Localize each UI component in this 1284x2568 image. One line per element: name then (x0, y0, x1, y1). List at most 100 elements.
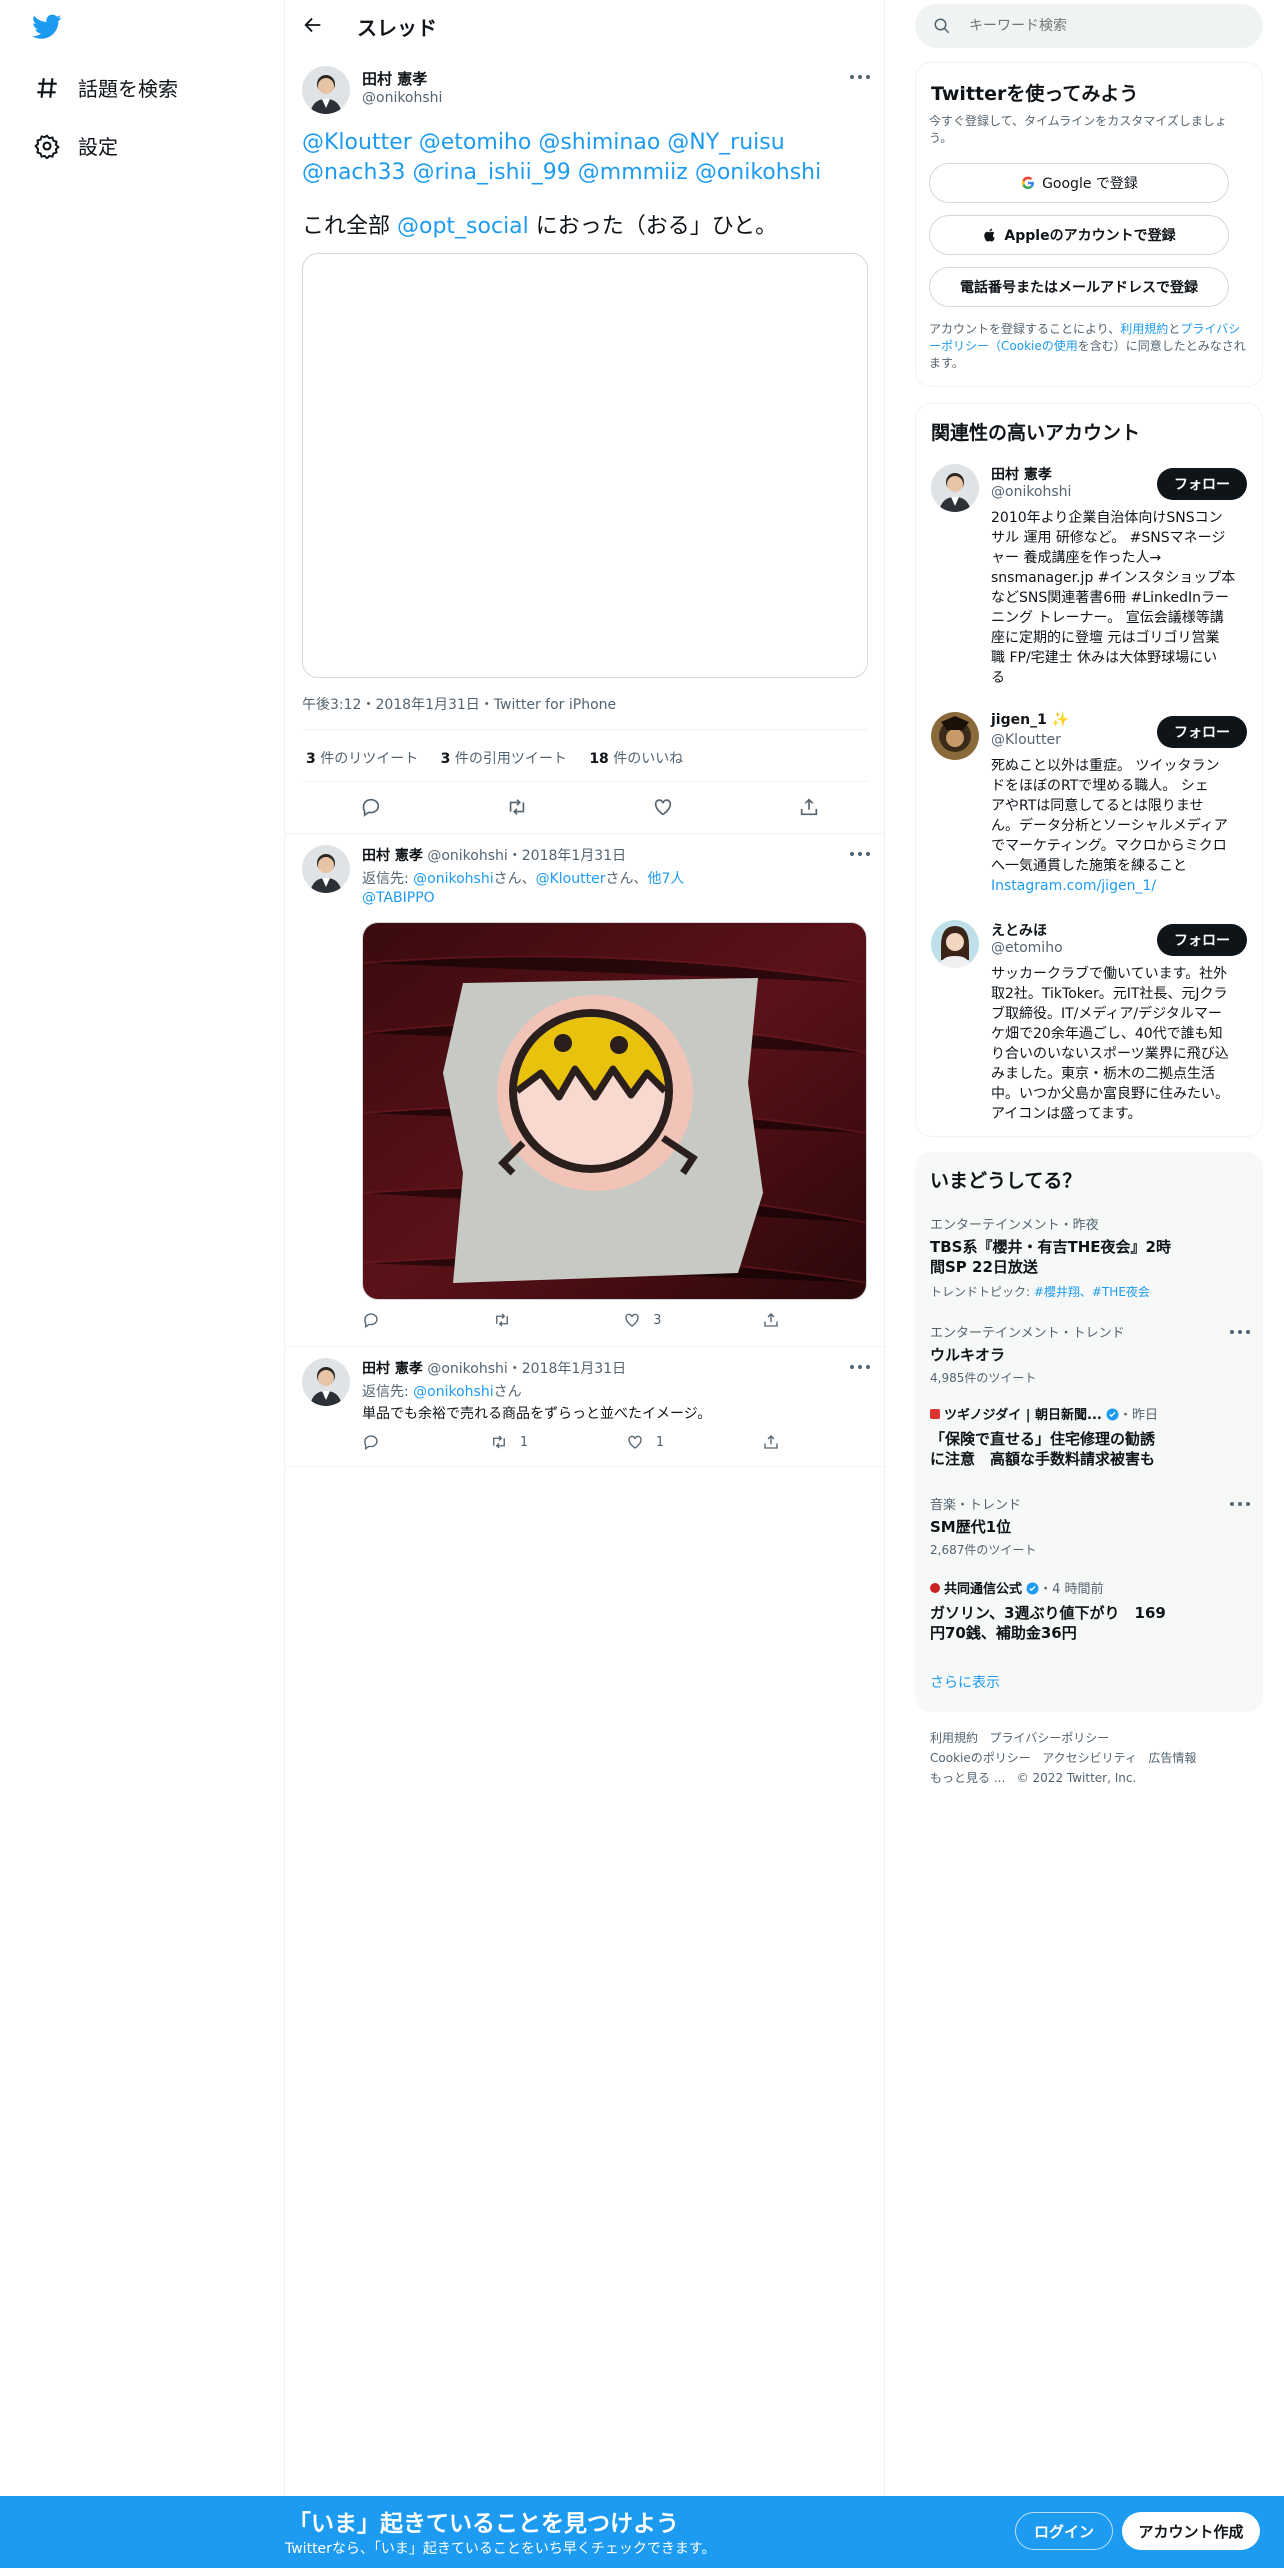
footer-more-link[interactable]: もっと見る ... (930, 1771, 1005, 1785)
more-options-icon[interactable] (850, 75, 870, 81)
search-input[interactable] (969, 18, 1229, 34)
retweet-action[interactable] (493, 1311, 523, 1329)
follow-button[interactable]: フォロー (1157, 924, 1247, 956)
footer-accessibility-link[interactable]: アクセシビリティ (1042, 1751, 1137, 1765)
author-handle[interactable]: @onikohshi (362, 90, 442, 106)
back-button[interactable] (302, 14, 328, 40)
reply-action[interactable] (362, 1433, 392, 1451)
tweet-text-suffix: におった（おる」ひと。 (528, 214, 778, 239)
more-options-icon[interactable] (850, 1365, 870, 1371)
account-name[interactable]: jigen_1 ✨ (991, 712, 1069, 728)
media-card-placeholder[interactable] (302, 253, 868, 678)
more-options-icon[interactable] (1230, 1330, 1250, 1336)
trend-source: ツギノジダイ | 朝日新聞... (944, 1408, 1102, 1423)
login-button[interactable]: ログイン (1015, 2512, 1113, 2550)
trend-item[interactable]: ツギノジダイ | 朝日新聞... ・昨日 「保険で直せる」住宅修理の勧誘 に注意… (930, 1404, 1250, 1469)
tweet-text-mention[interactable]: @opt_social (397, 214, 529, 239)
show-more-link[interactable]: さらに表示 (930, 1672, 1000, 1692)
likes-stat[interactable]: 18 件のいいね (589, 751, 683, 767)
avatar[interactable] (931, 464, 979, 512)
create-account-button[interactable]: アカウント作成 (1122, 2512, 1260, 2550)
trend-title: 「保険で直せる」住宅修理の勧誘 (930, 1430, 1156, 1448)
like-action[interactable]: 3 (623, 1311, 661, 1329)
share-action[interactable] (762, 1311, 792, 1329)
reply-mention[interactable]: @Kloutter (536, 871, 606, 887)
account-handle[interactable]: @onikohshi (991, 484, 1071, 500)
tweet-timestamp[interactable]: 午後3:12・2018年1月31日・Twitter for iPhone (302, 694, 616, 714)
terms-link[interactable]: 利用規約 (1120, 322, 1168, 336)
search-box[interactable] (915, 4, 1263, 48)
trend-item[interactable]: エンターテインメント・トレンド ウルキオラ 4,985件のツイート (930, 1322, 1250, 1386)
signup-banner: 「いま」起きていることを見つけよう Twitterなら、「いま」起きていることを… (0, 2496, 1284, 2568)
reply-mention[interactable]: @onikohshi (413, 1384, 493, 1400)
reply-action[interactable] (362, 1311, 392, 1329)
trend-title: 円70銭、補助金36円 (930, 1624, 1077, 1642)
trend-item[interactable]: 共同通信公式 ・4 時間前 ガソリン、3週ぶり値下がり 169 円70銭、補助金… (930, 1578, 1250, 1643)
account-bio: サッカークラブで働いています。社外 取2社。TikToker。元IT社長、元Jク… (991, 966, 1229, 1122)
apple-signup-button[interactable]: Appleのアカウントで登録 (929, 215, 1229, 255)
retweet-icon[interactable] (506, 796, 528, 818)
avatar[interactable] (302, 1358, 350, 1406)
trend-title: ガソリン、3週ぶり値下がり 169 (930, 1604, 1166, 1622)
tweet-mentions-line-1[interactable]: @Kloutter @etomiho @shiminao @NY_ruisu (302, 128, 785, 158)
more-options-icon[interactable] (850, 852, 870, 858)
reply-others-link[interactable]: 他7人 (647, 871, 684, 887)
author-handle-date[interactable]: @onikohshi・2018年1月31日 (427, 848, 626, 864)
retweets-stat[interactable]: 3 件のリツイート (306, 751, 418, 767)
trend-item[interactable]: 音楽・トレンド SM歴代1位 2,687件のツイート (930, 1494, 1250, 1558)
signup-terms: アカウントを登録することにより、利用規約とプライバシーポリシー（Cookieの使… (929, 322, 1246, 370)
trend-meta: 音楽・トレンド (930, 1498, 1022, 1513)
avatar[interactable] (302, 845, 350, 893)
tweet-photo[interactable] (362, 922, 867, 1300)
avatar[interactable] (931, 712, 979, 760)
sidebar-right: Twitterを使ってみよう 今すぐ登録して、タイムラインをカスタマイズしましょ… (885, 0, 1284, 2500)
nav-settings[interactable]: 設定 (34, 131, 118, 160)
avatar[interactable] (302, 66, 350, 114)
reply-mention[interactable]: @TABIPPO (362, 890, 435, 906)
trend-count: 4,985件のツイート (930, 1371, 1037, 1385)
footer-privacy-link[interactable]: プライバシーポリシー (989, 1731, 1109, 1745)
reply-mention[interactable]: @onikohshi (413, 871, 493, 887)
author-name[interactable]: 田村 憲孝 (362, 1361, 423, 1377)
trend-item[interactable]: エンターテインメント・昨夜 TBS系『櫻井・有吉THE夜会』2時 間SP 22日… (930, 1214, 1250, 1300)
like-action[interactable]: 1 (626, 1433, 664, 1451)
footer-ads-link[interactable]: 広告情報 (1148, 1751, 1196, 1765)
like-count: 3 (653, 1312, 662, 1328)
share-icon[interactable] (798, 796, 820, 818)
tweet-mentions-line-2[interactable]: @nach33 @rina_ishii_99 @mmmiiz @onikohsh… (302, 158, 821, 188)
like-icon (628, 1435, 642, 1449)
bio-link[interactable]: Instagram.com/jigen_1/ (991, 876, 1251, 896)
more-options-icon[interactable] (1230, 1502, 1250, 1508)
footer-cookies-link[interactable]: Cookieのポリシー (930, 1751, 1031, 1765)
nav-explore[interactable]: 話題を検索 (34, 73, 178, 102)
trend-title: SM歴代1位 (930, 1518, 1012, 1536)
twitter-logo-icon[interactable] (32, 14, 62, 44)
quotes-stat[interactable]: 3 件の引用ツイート (441, 751, 567, 767)
reply-icon[interactable] (360, 796, 382, 818)
account-handle[interactable]: @Kloutter (991, 732, 1061, 748)
news-source-icon (930, 1409, 940, 1419)
hashtag-icon (37, 77, 57, 98)
trend-title: 間SP 22日放送 (930, 1258, 1038, 1276)
follow-button[interactable]: フォロー (1157, 716, 1247, 748)
account-handle[interactable]: @etomiho (991, 940, 1063, 956)
author-name[interactable]: 田村 憲孝 (362, 848, 423, 864)
retweet-action[interactable]: 1 (490, 1433, 528, 1451)
author-name[interactable]: 田村 憲孝 (362, 68, 427, 89)
author-handle-date[interactable]: @onikohshi・2018年1月31日 (427, 1361, 626, 1377)
like-icon[interactable] (652, 796, 674, 818)
footer-terms-link[interactable]: 利用規約 (930, 1731, 978, 1745)
google-signup-button[interactable]: Google で登録 (929, 163, 1229, 203)
divider (285, 1346, 884, 1347)
phone-email-signup-button[interactable]: 電話番号またはメールアドレスで登録 (929, 267, 1229, 307)
verified-badge-icon (1026, 1582, 1039, 1595)
trend-hashtags[interactable]: #櫻井翔、#THE夜会 (1034, 1285, 1150, 1299)
divider (302, 729, 868, 730)
share-action[interactable] (762, 1433, 792, 1451)
follow-button[interactable]: フォロー (1157, 468, 1247, 500)
avatar[interactable] (931, 920, 979, 968)
account-name[interactable]: 田村 憲孝 (991, 464, 1052, 484)
trends-title: いまどうしてる？ (930, 1170, 1082, 1192)
apple-icon (984, 228, 996, 242)
account-name[interactable]: えとみほ (991, 920, 1047, 940)
